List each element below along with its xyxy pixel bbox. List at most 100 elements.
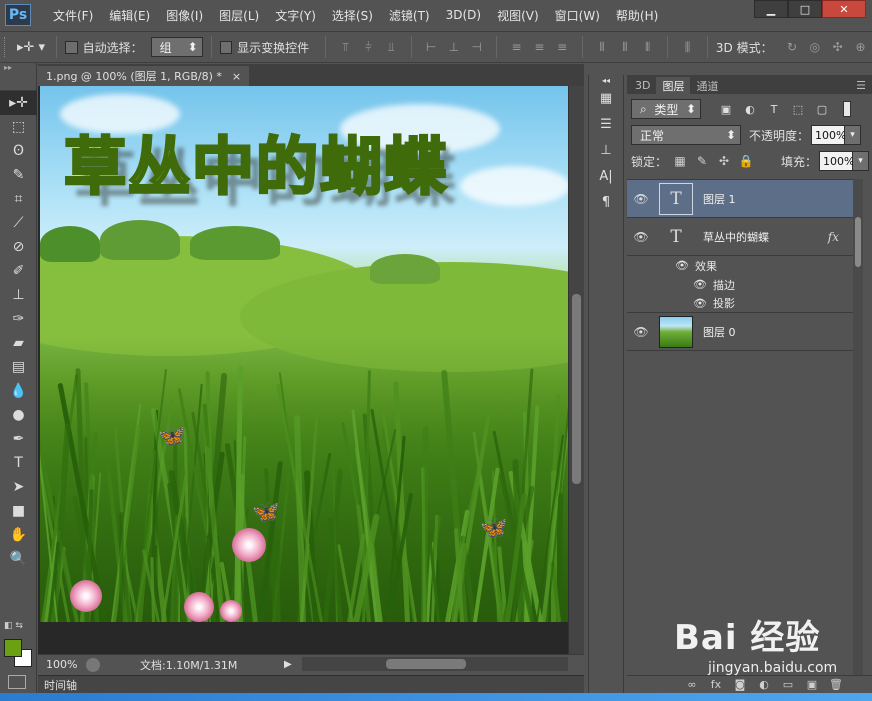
fill-dropdown-arrow-icon[interactable]: ▾ — [853, 151, 870, 171]
crop-tool-icon[interactable]: ⌗ — [0, 187, 37, 211]
effects-row[interactable]: 👁 效果 — [627, 256, 853, 275]
layer-row[interactable]: 👁 T 草丛中的蝴蝶 fx — [627, 218, 853, 256]
toolbox-grip[interactable]: ▸▸ — [0, 63, 36, 91]
distribute-vcenter-icon[interactable]: ≡ — [528, 36, 551, 58]
move-tool-icon[interactable]: ▸✛ ▾ — [14, 36, 48, 58]
menu-image[interactable]: 图像(I) — [158, 0, 211, 30]
status-icon[interactable] — [86, 657, 100, 672]
menu-layer[interactable]: 图层(L) — [211, 0, 267, 30]
layer-row[interactable]: 👁 图层 0 — [627, 313, 853, 351]
3d-roll-icon[interactable]: ◎ — [803, 36, 826, 58]
pixel-filter-icon[interactable]: ▣ — [717, 100, 735, 118]
distribute-hcenter-icon[interactable]: ⦀ — [613, 36, 636, 58]
lock-position-icon[interactable]: ✣ — [715, 154, 733, 168]
quick-select-tool-icon[interactable]: ✎ — [0, 163, 37, 187]
3d-rotate-icon[interactable]: ↻ — [781, 36, 804, 58]
menu-type[interactable]: 文字(Y) — [267, 0, 324, 30]
distribute-bottom-icon[interactable]: ≡ — [551, 36, 574, 58]
tab-layers[interactable]: 图层 — [656, 77, 691, 94]
hand-tool-icon[interactable]: ✋ — [0, 523, 37, 547]
tab-3d[interactable]: 3D — [629, 77, 656, 94]
layer-filter-dropdown[interactable]: ⌕ 类型 ⬍ — [631, 99, 701, 119]
dodge-tool-icon[interactable]: ● — [0, 403, 37, 427]
menu-window[interactable]: 窗口(W) — [547, 0, 608, 30]
distribute-top-icon[interactable]: ≡ — [505, 36, 528, 58]
effect-row-stroke[interactable]: 👁 描边 — [627, 275, 853, 294]
visibility-eye-icon[interactable]: 👁 — [627, 192, 655, 206]
tab-channels[interactable]: 通道 — [690, 77, 724, 94]
zoom-tool-icon[interactable]: 🔍 — [0, 547, 37, 571]
adjustments-panel-icon[interactable]: ⊥ — [589, 137, 623, 163]
lock-all-icon[interactable]: 🔒 — [737, 154, 755, 168]
scroll-thumb[interactable] — [386, 659, 466, 669]
type-tool-icon[interactable]: T — [0, 451, 37, 475]
canvas-vertical-scrollbar[interactable] — [568, 86, 584, 654]
opacity-input[interactable]: 100% — [811, 125, 846, 145]
swap-colors-icon[interactable]: ◧ ⇆ — [4, 621, 34, 637]
distribute-right-icon[interactable]: ⦀ — [636, 36, 659, 58]
move-tool-icon[interactable]: ▸✛ — [0, 91, 37, 115]
close-button[interactable]: ✕ — [822, 0, 866, 18]
status-menu-arrow-icon[interactable]: ▶ — [284, 659, 292, 670]
maximize-button[interactable]: □ — [788, 0, 822, 18]
align-bottom-icon[interactable]: ⫫ — [380, 36, 403, 58]
options-grip[interactable] — [4, 37, 8, 57]
align-top-icon[interactable]: ⫪ — [334, 36, 357, 58]
collapse-icon[interactable]: ◂◂ — [589, 75, 623, 85]
document-tab[interactable]: 1.png @ 100% (图层 1, RGB/8) * × — [38, 66, 250, 86]
canvas-area[interactable]: 🦋 🦋 🦋 草丛中的蝴蝶 草丛中的蝴蝶 — [38, 86, 568, 654]
menu-filter[interactable]: 滤镜(T) — [381, 0, 438, 30]
timeline-panel-tab[interactable]: 时间轴 — [38, 675, 584, 693]
3d-slide-icon[interactable]: ⊕ — [849, 36, 872, 58]
canvas-horizontal-scrollbar[interactable] — [302, 657, 568, 671]
history-brush-tool-icon[interactable]: ✑ — [0, 307, 37, 331]
filter-toggle[interactable] — [843, 101, 851, 117]
align-hcenter-icon[interactable]: ⊥ — [442, 36, 465, 58]
fill-input[interactable]: 100% — [819, 151, 854, 171]
scroll-thumb[interactable] — [855, 217, 861, 267]
pen-tool-icon[interactable]: ✒ — [0, 427, 37, 451]
scroll-thumb[interactable] — [572, 294, 581, 484]
align-right-icon[interactable]: ⊣ — [465, 36, 488, 58]
menu-view[interactable]: 视图(V) — [489, 0, 547, 30]
layer-name[interactable]: 图层 0 — [703, 324, 736, 340]
auto-select-dropdown[interactable]: 组 ⬍ — [150, 37, 203, 57]
eyedropper-tool-icon[interactable]: ⟋ — [0, 211, 37, 235]
type-filter-icon[interactable]: T — [765, 100, 783, 118]
menu-help[interactable]: 帮助(H) — [608, 0, 666, 30]
menu-select[interactable]: 选择(S) — [324, 0, 381, 30]
character-panel-icon[interactable]: A| — [589, 163, 623, 189]
3d-pan-icon[interactable]: ✣ — [826, 36, 849, 58]
menu-3d[interactable]: 3D(D) — [438, 0, 489, 30]
opacity-dropdown-arrow-icon[interactable]: ▾ — [845, 125, 862, 145]
visibility-eye-icon[interactable]: 👁 — [675, 259, 689, 272]
paragraph-panel-icon[interactable]: ¶ — [589, 189, 623, 215]
zoom-level[interactable]: 100% — [38, 658, 86, 671]
layers-scrollbar[interactable] — [853, 179, 863, 675]
show-transform-checkbox[interactable] — [219, 40, 233, 54]
visibility-eye-icon[interactable]: 👁 — [627, 230, 655, 244]
layer-name[interactable]: 图层 1 — [703, 191, 736, 207]
eraser-tool-icon[interactable]: ▰ — [0, 331, 37, 355]
auto-select-checkbox[interactable] — [65, 40, 78, 54]
clone-stamp-tool-icon[interactable]: ⊥ — [0, 283, 37, 307]
align-left-icon[interactable]: ⊢ — [420, 36, 443, 58]
blur-tool-icon[interactable]: 💧 — [0, 379, 37, 403]
marquee-tool-icon[interactable]: ⬚ — [0, 115, 37, 139]
visibility-eye-icon[interactable]: 👁 — [627, 325, 655, 339]
panel-menu-icon[interactable]: ☰ — [850, 77, 872, 94]
visibility-eye-icon[interactable]: 👁 — [693, 297, 707, 310]
visibility-eye-icon[interactable]: 👁 — [693, 278, 707, 291]
blend-mode-dropdown[interactable]: 正常 ⬍ — [631, 125, 741, 145]
histogram-panel-icon[interactable]: ▦ — [589, 85, 623, 111]
lock-transparency-icon[interactable]: ▦ — [671, 154, 689, 168]
rectangle-tool-icon[interactable]: ■ — [0, 499, 37, 523]
tab-close-icon[interactable]: × — [232, 70, 241, 83]
adjustment-filter-icon[interactable]: ◐ — [741, 100, 759, 118]
lock-pixels-icon[interactable]: ✎ — [693, 154, 711, 168]
brush-tool-icon[interactable]: ✐ — [0, 259, 37, 283]
effect-row-drop-shadow[interactable]: 👁 投影 — [627, 294, 853, 313]
layer-row[interactable]: 👁 T 图层 1 — [627, 180, 853, 218]
lasso-tool-icon[interactable]: ʘ — [0, 139, 37, 163]
minimize-button[interactable]: ▁ — [754, 0, 788, 18]
